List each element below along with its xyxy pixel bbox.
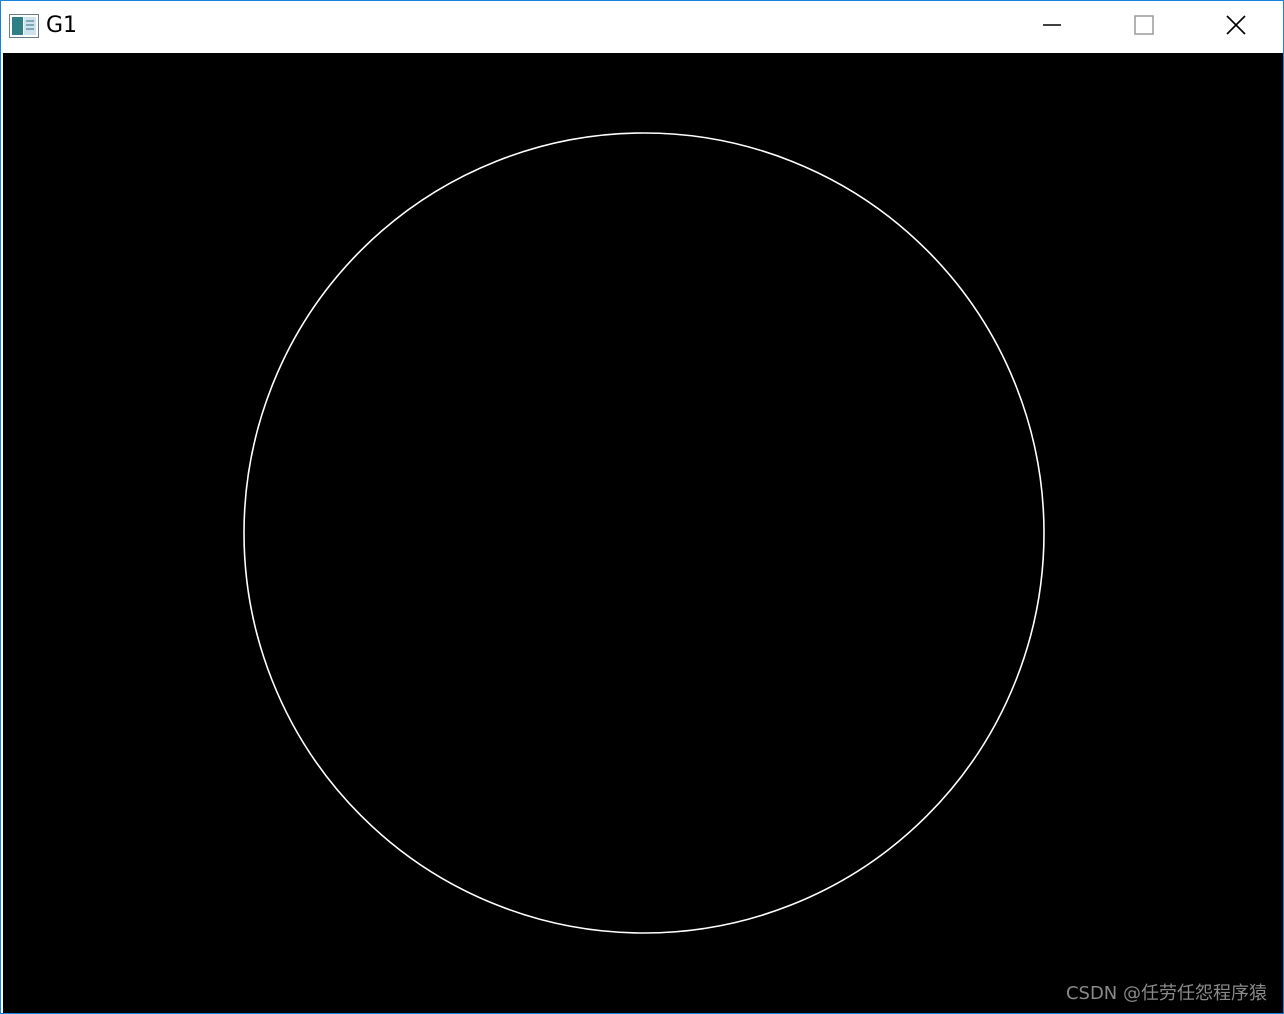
minimize-button[interactable] xyxy=(1006,1,1098,52)
canvas-svg xyxy=(243,132,1045,934)
watermark-text: CSDN @任劳任怨程序猿 xyxy=(1065,983,1267,1004)
drawn-circle xyxy=(243,132,1045,934)
close-icon xyxy=(1225,14,1247,40)
app-icon xyxy=(9,14,39,38)
app-window: G1 CSDN @任劳任怨程序猿 xyxy=(0,0,1284,1014)
title-bar[interactable]: G1 xyxy=(1,1,1283,52)
maximize-button[interactable] xyxy=(1098,1,1190,52)
close-button[interactable] xyxy=(1190,1,1282,52)
maximize-icon xyxy=(1134,14,1154,39)
minimize-icon xyxy=(1042,15,1062,39)
drawing-canvas[interactable]: CSDN @任劳任怨程序猿 xyxy=(3,53,1283,1013)
window-title: G1 xyxy=(46,13,78,38)
